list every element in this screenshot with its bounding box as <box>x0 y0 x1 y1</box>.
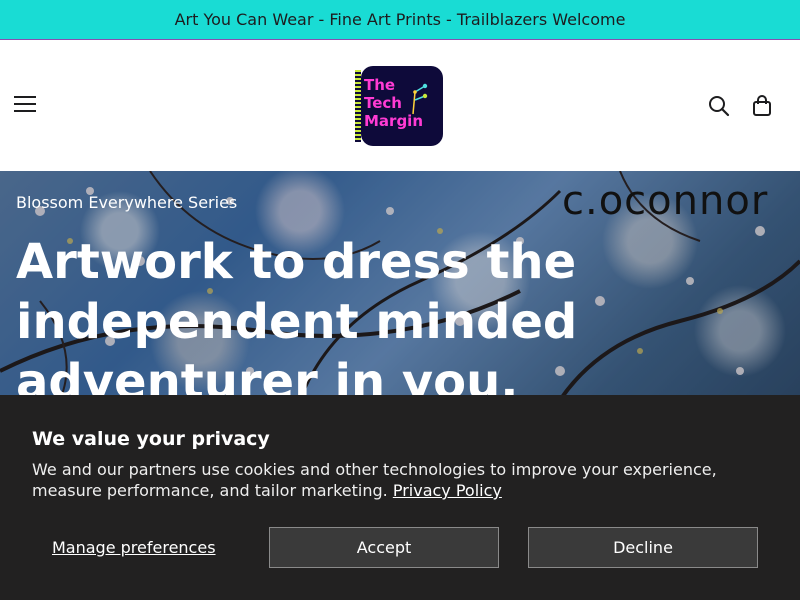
artist-signature: c.oconnor <box>562 178 769 224</box>
cookie-description: We and our partners use cookies and othe… <box>32 460 717 500</box>
manage-preferences-button[interactable]: Manage preferences <box>52 538 216 557</box>
cookie-title: We value your privacy <box>32 428 270 450</box>
announcement-bar: Art You Can Wear - Fine Art Prints - Tra… <box>0 0 800 40</box>
hero-kicker: Blossom Everywhere Series <box>16 193 238 212</box>
hero-heading: Artwork to dress the independent minded … <box>16 234 578 410</box>
decline-button[interactable]: Decline <box>528 527 758 568</box>
site-header: The Tech Margin <box>0 41 800 171</box>
shopping-bag-icon[interactable] <box>750 94 774 118</box>
cookie-consent-banner: We value your privacy We and our partner… <box>0 395 800 600</box>
search-icon[interactable] <box>707 94 731 118</box>
accept-button[interactable]: Accept <box>269 527 499 568</box>
menu-button[interactable] <box>14 96 36 114</box>
site-logo[interactable]: The Tech Margin <box>355 66 443 146</box>
privacy-policy-link[interactable]: Privacy Policy <box>393 481 502 500</box>
hamburger-icon <box>14 96 36 98</box>
announcement-text: Art You Can Wear - Fine Art Prints - Tra… <box>174 10 626 29</box>
circuit-icon <box>412 83 428 115</box>
